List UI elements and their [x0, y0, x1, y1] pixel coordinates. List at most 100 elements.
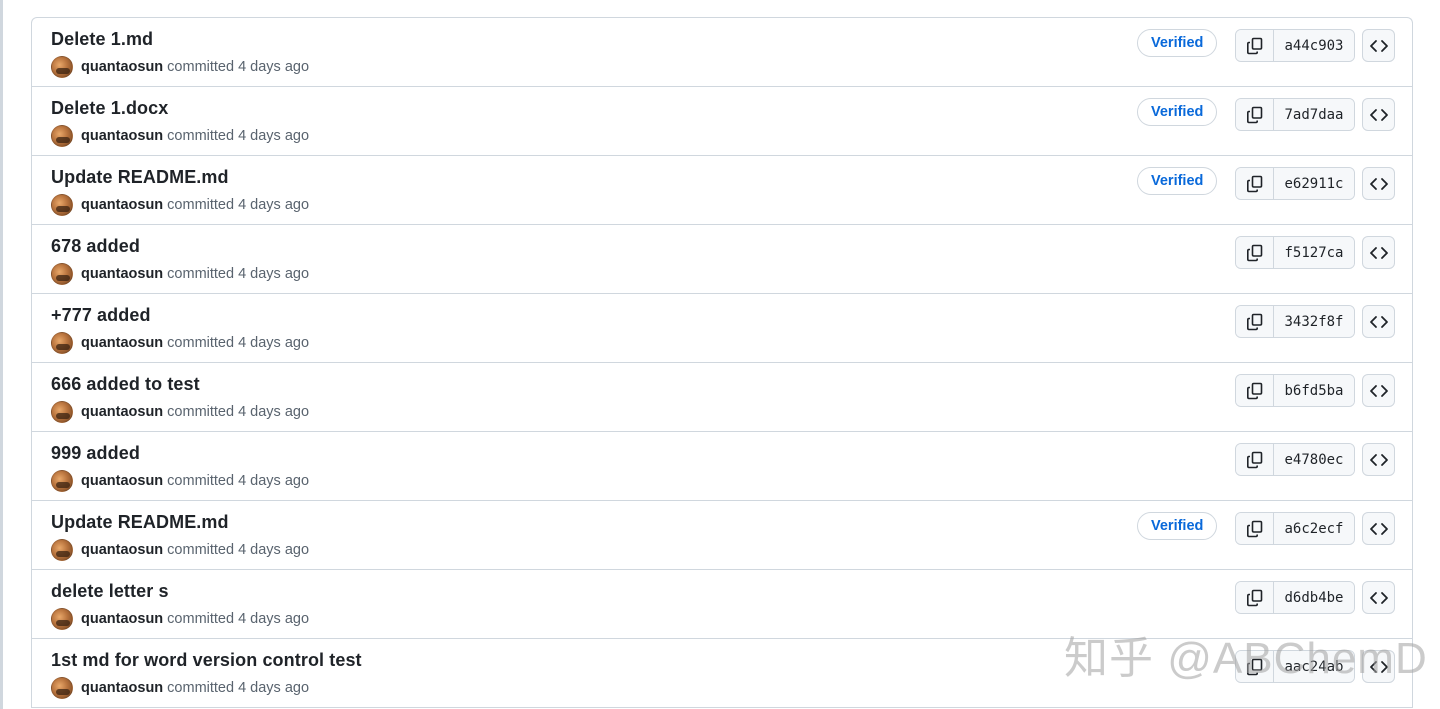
- commit-sha-link[interactable]: a44c903: [1274, 30, 1354, 61]
- verified-badge[interactable]: Verified: [1137, 512, 1218, 540]
- copy-sha-button[interactable]: [1236, 30, 1274, 61]
- commit-row: Delete 1.md quantaosun committed 4 days …: [32, 18, 1412, 87]
- commit-title[interactable]: Update README.md: [51, 512, 229, 533]
- commit-author[interactable]: quantaosun: [81, 542, 163, 558]
- avatar[interactable]: [51, 125, 73, 147]
- browse-repo-button[interactable]: [1362, 512, 1395, 545]
- commit-author[interactable]: quantaosun: [81, 473, 163, 489]
- code-icon: [1369, 38, 1389, 54]
- commit-history-page: Delete 1.md quantaosun committed 4 days …: [0, 0, 1440, 709]
- verified-badge[interactable]: Verified: [1137, 167, 1218, 195]
- copy-sha-button[interactable]: [1236, 651, 1274, 682]
- browse-repo-button[interactable]: [1362, 167, 1395, 200]
- copy-sha-button[interactable]: [1236, 444, 1274, 475]
- sha-button-group: f5127ca: [1235, 236, 1355, 269]
- sha-button-group: e4780ec: [1235, 443, 1355, 476]
- copy-sha-button[interactable]: [1236, 582, 1274, 613]
- commit-meta: quantaosun committed 4 days ago: [51, 400, 309, 424]
- commit-sha-link[interactable]: f5127ca: [1274, 237, 1354, 268]
- commit-meta: quantaosun committed 4 days ago: [51, 124, 309, 148]
- left-border: [0, 0, 3, 709]
- commit-author[interactable]: quantaosun: [81, 611, 163, 627]
- code-icon: [1369, 383, 1389, 399]
- commit-title[interactable]: delete letter s: [51, 581, 169, 602]
- commit-title[interactable]: +777 added: [51, 305, 151, 326]
- code-icon: [1369, 245, 1389, 261]
- commit-time: committed 4 days ago: [167, 542, 310, 558]
- avatar[interactable]: [51, 539, 73, 561]
- browse-repo-button[interactable]: [1362, 305, 1395, 338]
- commit-time: committed 4 days ago: [167, 680, 310, 696]
- commit-title[interactable]: 678 added: [51, 236, 140, 257]
- avatar[interactable]: [51, 194, 73, 216]
- commit-sha-link[interactable]: b6fd5ba: [1274, 375, 1354, 406]
- commit-author[interactable]: quantaosun: [81, 128, 163, 144]
- verified-badge[interactable]: Verified: [1137, 29, 1218, 57]
- commit-time: committed 4 days ago: [167, 611, 310, 627]
- commit-meta: quantaosun committed 4 days ago: [51, 538, 309, 562]
- copy-sha-button[interactable]: [1236, 513, 1274, 544]
- copy-icon: [1245, 381, 1265, 401]
- commit-author[interactable]: quantaosun: [81, 335, 163, 351]
- commit-row: 1st md for word version control test qua…: [32, 639, 1412, 708]
- commit-author[interactable]: quantaosun: [81, 266, 163, 282]
- commit-title[interactable]: 999 added: [51, 443, 140, 464]
- avatar[interactable]: [51, 332, 73, 354]
- commit-author[interactable]: quantaosun: [81, 404, 163, 420]
- commit-sha-link[interactable]: e62911c: [1274, 168, 1354, 199]
- browse-repo-button[interactable]: [1362, 29, 1395, 62]
- commit-sha-link[interactable]: aac24ab: [1274, 651, 1354, 682]
- copy-sha-button[interactable]: [1236, 168, 1274, 199]
- sha-button-group: aac24ab: [1235, 650, 1355, 683]
- sha-button-group: a6c2ecf: [1235, 512, 1355, 545]
- commit-time: committed 4 days ago: [167, 266, 310, 282]
- sha-button-group: 7ad7daa: [1235, 98, 1355, 131]
- copy-sha-button[interactable]: [1236, 375, 1274, 406]
- commit-title[interactable]: 1st md for word version control test: [51, 650, 362, 671]
- copy-sha-button[interactable]: [1236, 306, 1274, 337]
- commit-sha-link[interactable]: d6db4be: [1274, 582, 1354, 613]
- avatar[interactable]: [51, 470, 73, 492]
- commit-meta: quantaosun committed 4 days ago: [51, 676, 309, 700]
- avatar[interactable]: [51, 608, 73, 630]
- copy-icon: [1245, 312, 1265, 332]
- commit-time: committed 4 days ago: [167, 128, 310, 144]
- commit-sha-link[interactable]: a6c2ecf: [1274, 513, 1354, 544]
- sha-button-group: a44c903: [1235, 29, 1355, 62]
- browse-repo-button[interactable]: [1362, 443, 1395, 476]
- sha-button-group: e62911c: [1235, 167, 1355, 200]
- copy-sha-button[interactable]: [1236, 99, 1274, 130]
- copy-icon: [1245, 243, 1265, 263]
- commit-title[interactable]: 666 added to test: [51, 374, 200, 395]
- avatar[interactable]: [51, 56, 73, 78]
- commit-author[interactable]: quantaosun: [81, 680, 163, 696]
- browse-repo-button[interactable]: [1362, 236, 1395, 269]
- commit-sha-link[interactable]: e4780ec: [1274, 444, 1354, 475]
- commit-title[interactable]: Update README.md: [51, 167, 229, 188]
- commit-sha-link[interactable]: 7ad7daa: [1274, 99, 1354, 130]
- commit-time: committed 4 days ago: [167, 197, 310, 213]
- copy-sha-button[interactable]: [1236, 237, 1274, 268]
- commit-row: Update README.md quantaosun committed 4 …: [32, 156, 1412, 225]
- code-icon: [1369, 659, 1389, 675]
- verified-badge[interactable]: Verified: [1137, 98, 1218, 126]
- browse-repo-button[interactable]: [1362, 98, 1395, 131]
- avatar[interactable]: [51, 401, 73, 423]
- commit-title[interactable]: Delete 1.md: [51, 29, 153, 50]
- commit-row: 678 added quantaosun committed 4 days ag…: [32, 225, 1412, 294]
- code-icon: [1369, 107, 1389, 123]
- avatar[interactable]: [51, 677, 73, 699]
- avatar[interactable]: [51, 263, 73, 285]
- commit-title[interactable]: Delete 1.docx: [51, 98, 168, 119]
- commit-author[interactable]: quantaosun: [81, 59, 163, 75]
- commit-meta: quantaosun committed 4 days ago: [51, 262, 309, 286]
- commit-row: delete letter s quantaosun committed 4 d…: [32, 570, 1412, 639]
- commit-author[interactable]: quantaosun: [81, 197, 163, 213]
- browse-repo-button[interactable]: [1362, 374, 1395, 407]
- commit-row: 999 added quantaosun committed 4 days ag…: [32, 432, 1412, 501]
- browse-repo-button[interactable]: [1362, 650, 1395, 683]
- browse-repo-button[interactable]: [1362, 581, 1395, 614]
- commit-time: committed 4 days ago: [167, 59, 310, 75]
- commit-meta: quantaosun committed 4 days ago: [51, 331, 309, 355]
- commit-sha-link[interactable]: 3432f8f: [1274, 306, 1354, 337]
